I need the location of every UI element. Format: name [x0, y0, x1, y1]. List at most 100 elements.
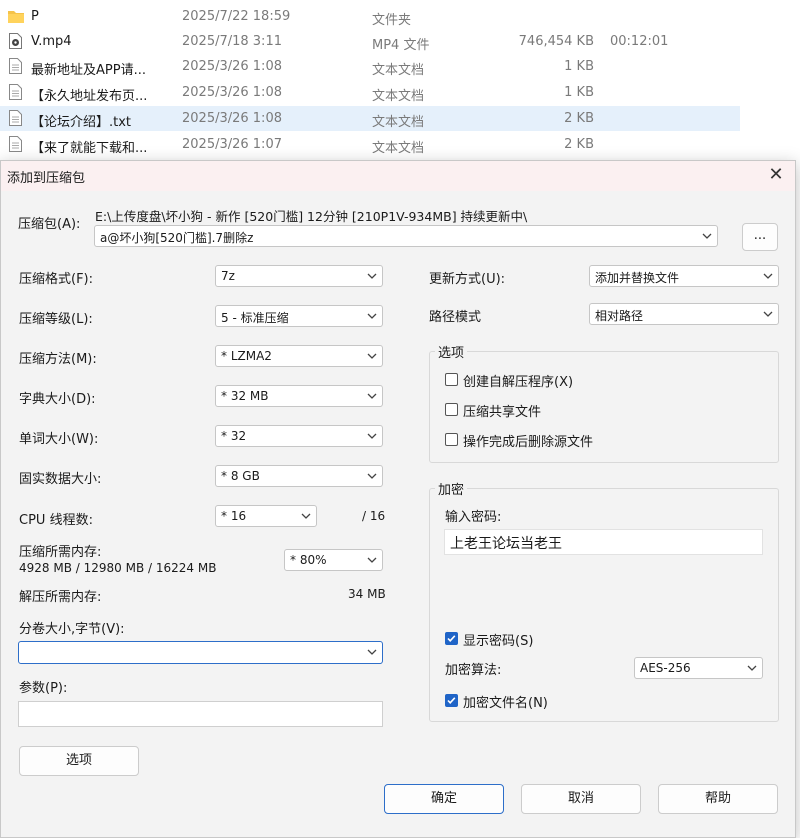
chevron-down-icon: [702, 233, 712, 239]
method-select[interactable]: * LZMA2: [215, 345, 383, 367]
cpu-select[interactable]: * 16: [215, 505, 317, 527]
file-row[interactable]: 最新地址及APP请... 2025/3/26 1:08 文本文档 1 KB: [0, 54, 740, 79]
options-button[interactable]: 选项: [19, 746, 139, 776]
split-select[interactable]: [18, 641, 383, 664]
update-label: 更新方式(U):: [429, 272, 506, 287]
chevron-down-icon: [763, 311, 773, 317]
update-select[interactable]: 添加并替换文件: [589, 265, 779, 287]
delete-source-label: 操作完成后删除源文件: [463, 435, 594, 450]
file-name: 【永久地址发布页...: [31, 89, 148, 104]
ok-button[interactable]: 确定: [384, 784, 504, 814]
file-date: 2025/3/26 1:07: [182, 137, 282, 152]
dict-select[interactable]: * 32 MB: [215, 385, 383, 407]
file-name: 【论坛介绍】.txt: [31, 115, 132, 130]
dialog-titlebar: 添加到压缩包 ✕: [1, 161, 795, 191]
show-password-checkbox[interactable]: [445, 632, 458, 645]
close-icon[interactable]: ✕: [765, 164, 787, 186]
level-select[interactable]: 5 - 标准压缩: [215, 305, 383, 327]
delete-source-checkbox[interactable]: [445, 433, 458, 446]
enc-method-select[interactable]: AES-256: [634, 657, 763, 679]
word-value: * 32: [221, 429, 247, 443]
word-select[interactable]: * 32: [215, 425, 383, 447]
file-date: 2025/3/26 1:08: [182, 85, 282, 100]
archive-path: E:\上传度盘\坏小狗 - 新作 [520门槛] 12分钟 [210P1V-93…: [95, 209, 528, 224]
file-name: 【来了就能下载和...: [31, 141, 148, 156]
file-name: 最新地址及APP请...: [31, 63, 146, 78]
format-select[interactable]: 7z: [215, 265, 383, 287]
method-label: 压缩方法(M):: [19, 352, 97, 367]
file-type: MP4 文件: [372, 38, 430, 53]
sfx-checkbox[interactable]: [445, 373, 458, 386]
file-type: 文本文档: [372, 115, 425, 130]
chevron-down-icon: [301, 513, 311, 519]
file-row[interactable]: 【来了就能下载和... 2025/3/26 1:07 文本文档 2 KB: [0, 132, 740, 157]
dict-label: 字典大小(D):: [19, 392, 96, 407]
shared-checkbox[interactable]: [445, 403, 458, 416]
chevron-down-icon: [367, 273, 377, 279]
path-label: 路径模式: [429, 310, 482, 325]
help-button[interactable]: 帮助: [658, 784, 778, 814]
enc-method-label: 加密算法:: [445, 663, 502, 678]
path-select[interactable]: 相对路径: [589, 303, 779, 325]
file-type: 文本文档: [372, 89, 425, 104]
file-row[interactable]: 【永久地址发布页... 2025/3/26 1:08 文本文档 1 KB: [0, 80, 740, 105]
text-file-icon: [9, 110, 22, 126]
archive-label: 压缩包(A):: [18, 217, 81, 232]
file-size: 2 KB: [564, 111, 594, 126]
level-value: 5 - 标准压缩: [221, 311, 289, 325]
file-type: 文件夹: [372, 13, 412, 28]
word-label: 单词大小(W):: [19, 432, 99, 447]
params-input[interactable]: [18, 701, 383, 727]
file-type: 文本文档: [372, 63, 425, 78]
file-size: 1 KB: [564, 59, 594, 74]
chevron-down-icon: [367, 433, 377, 439]
file-size: 1 KB: [564, 85, 594, 100]
update-value: 添加并替换文件: [595, 271, 680, 285]
file-size: 746,454 KB: [518, 34, 594, 49]
mem-detail: 4928 MB / 12980 MB / 16224 MB: [19, 561, 217, 575]
file-row-selected[interactable]: 【论坛介绍】.txt 2025/3/26 1:08 文本文档 2 KB: [0, 106, 740, 131]
level-label: 压缩等级(L):: [19, 312, 93, 327]
cancel-button[interactable]: 取消: [521, 784, 641, 814]
chevron-down-icon: [367, 649, 377, 655]
method-value: * LZMA2: [221, 349, 272, 363]
solid-select[interactable]: * 8 GB: [215, 465, 383, 487]
show-password-label: 显示密码(S): [463, 634, 534, 649]
file-list: P 2025/7/22 18:59 文件夹 V.mp4 2025/7/18 3:…: [0, 4, 800, 160]
text-file-icon: [9, 136, 22, 152]
checkmark-icon: [447, 635, 456, 642]
encrypt-names-checkbox[interactable]: [445, 694, 458, 707]
password-input[interactable]: 上老王论坛当老王: [444, 529, 763, 555]
chevron-down-icon: [367, 313, 377, 319]
cpu-label: CPU 线程数:: [19, 513, 93, 528]
cpu-total: / 16: [362, 509, 386, 523]
path-value: 相对路径: [595, 309, 644, 323]
archive-name-combo[interactable]: a@坏小狗[520门槛].7删除z: [94, 225, 718, 247]
file-name: V.mp4: [31, 34, 72, 49]
text-file-icon: [9, 84, 22, 100]
video-file-icon: [9, 33, 22, 49]
params-label: 参数(P):: [19, 681, 68, 696]
browse-button[interactable]: ...: [742, 223, 778, 251]
password-label: 输入密码:: [445, 510, 502, 525]
password-value: 上老王论坛当老王: [450, 536, 562, 552]
mem-select[interactable]: * 80%: [284, 549, 383, 571]
file-duration: 00:12:01: [610, 34, 669, 49]
folder-icon: [8, 11, 24, 23]
format-label: 压缩格式(F):: [19, 272, 94, 287]
mem-value: * 80%: [290, 553, 327, 567]
file-row[interactable]: P 2025/7/22 18:59 文件夹: [0, 4, 740, 29]
file-row[interactable]: V.mp4 2025/7/18 3:11 MP4 文件 746,454 KB 0…: [0, 29, 740, 54]
enc-method-value: AES-256: [640, 661, 691, 675]
decomp-label: 解压所需内存:: [19, 590, 102, 605]
chevron-down-icon: [367, 557, 377, 563]
chevron-down-icon: [747, 665, 757, 671]
encrypt-names-label: 加密文件名(N): [463, 696, 548, 711]
add-to-archive-dialog: 添加到压缩包 ✕ 压缩包(A): E:\上传度盘\坏小狗 - 新作 [520门槛…: [0, 160, 796, 838]
chevron-down-icon: [367, 473, 377, 479]
archive-name-value: a@坏小狗[520门槛].7删除z: [100, 231, 254, 245]
decomp-value: 34 MB: [348, 587, 386, 601]
dict-value: * 32 MB: [221, 389, 269, 403]
chevron-down-icon: [763, 273, 773, 279]
encryption-group-label: 加密: [435, 479, 468, 498]
